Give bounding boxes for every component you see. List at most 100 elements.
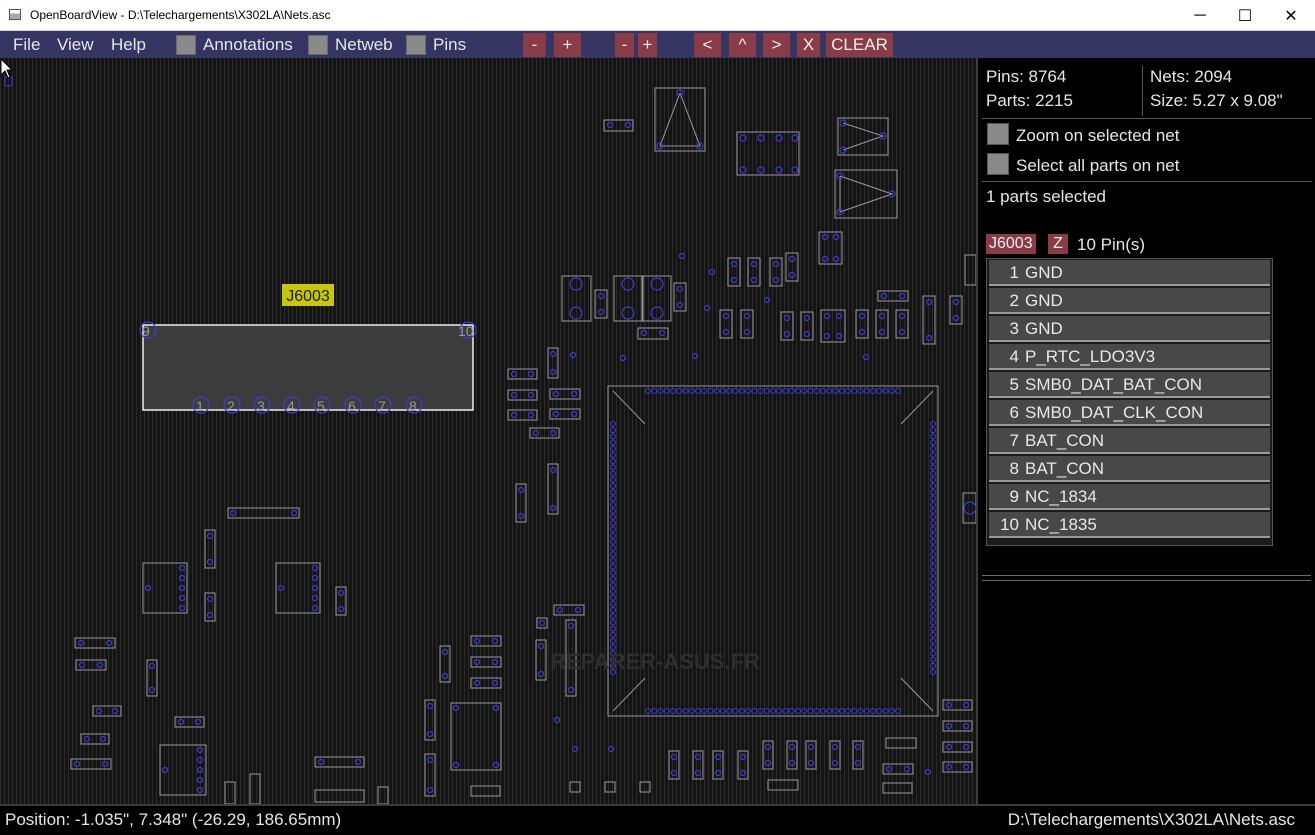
bga-pad: [888, 708, 895, 714]
pin-row[interactable]: 10 NC_1835: [989, 512, 1270, 538]
pin-row[interactable]: 1 GND: [989, 260, 1270, 286]
bga-pad: [610, 619, 616, 626]
maximize-button[interactable]: ☐: [1222, 0, 1268, 31]
pin-row[interactable]: 9 NC_1834: [989, 484, 1270, 510]
pin-number: 2: [1009, 291, 1019, 310]
clear-button[interactable]: CLEAR: [826, 33, 893, 57]
pan-left-button[interactable]: <: [694, 33, 721, 57]
bga-pad: [930, 563, 936, 570]
selected-part-j6003[interactable]: [142, 324, 474, 411]
bga-pad: [610, 582, 616, 589]
pin-row[interactable]: 6 SMB0_DAT_CLK_CON: [989, 400, 1270, 426]
zoom-on-net-checkbox[interactable]: [987, 123, 1009, 145]
bga-pad: [610, 427, 616, 434]
bga-pad: [610, 526, 616, 533]
bga-pad: [930, 445, 936, 452]
bga-pad: [738, 708, 745, 714]
parts-count: Parts: 2215: [986, 91, 1073, 110]
bga-pad: [738, 388, 745, 394]
bga-pad: [682, 388, 689, 394]
stats-divider: [1142, 66, 1143, 116]
bga-pad: [610, 551, 616, 558]
bga-pad: [930, 452, 936, 458]
bga-pad: [610, 495, 616, 502]
bga-pad: [776, 388, 783, 394]
bga-pad: [826, 388, 833, 394]
bga-pad: [610, 545, 616, 551]
board-canvas[interactable]: 9 10 1 2 3 4 5 6 7 8 J6003 REPARER-ASUS.…: [0, 58, 976, 804]
bga-pad: [610, 569, 616, 576]
netweb-checkbox[interactable]: [308, 35, 328, 55]
pin-row[interactable]: 3 GND: [989, 316, 1270, 342]
panel-separator-1: [982, 118, 1312, 119]
bga-pad: [930, 613, 936, 620]
annotations-checkbox[interactable]: [176, 35, 196, 55]
pin-row[interactable]: 5 SMB0_DAT_BAT_CON: [989, 372, 1270, 398]
bga-pad: [763, 708, 770, 714]
bga-pad: [782, 388, 789, 394]
select-all-parts-checkbox[interactable]: [987, 153, 1009, 175]
pin-row[interactable]: 2 GND: [989, 288, 1270, 314]
bga-pad: [851, 708, 858, 714]
bga-pad: [610, 594, 616, 601]
pin-net-name: SMB0_DAT_BAT_CON: [1025, 375, 1202, 394]
pin-label-4: 4: [287, 398, 295, 414]
zoom-out-small-button[interactable]: -: [615, 33, 634, 57]
bga-pad: [863, 388, 870, 394]
bga-pad: [838, 708, 845, 714]
bga-pad: [682, 708, 689, 714]
cursor-position: Position: -1.035", 7.348" (-26.29, 186.6…: [5, 810, 342, 829]
close-button[interactable]: ✕: [1268, 0, 1314, 31]
bga-pad: [610, 458, 616, 465]
bga-pad: [701, 708, 708, 714]
bga-pad: [930, 495, 936, 502]
status-bar: Position: -1.035", 7.348" (-26.29, 186.6…: [0, 804, 1315, 835]
netweb-label: Netweb: [335, 35, 393, 54]
menu-help[interactable]: Help: [111, 35, 146, 55]
bga-pad: [930, 421, 936, 427]
menu-view[interactable]: View: [57, 35, 94, 55]
panel-separator-3: [982, 575, 1311, 576]
bga-pad: [726, 708, 733, 714]
bga-pad: [776, 708, 783, 714]
bga-pad: [930, 464, 936, 471]
bga-pad: [757, 708, 764, 714]
watermark-text: REPARER-ASUS.FR: [550, 649, 760, 674]
pin-number: 7: [1009, 431, 1019, 450]
bga-pad: [670, 708, 676, 714]
bga-pad: [707, 708, 714, 714]
bga-pad: [876, 708, 883, 714]
pin-label-1: 1: [196, 398, 204, 414]
flip-x-button[interactable]: X: [797, 33, 820, 57]
pin-row[interactable]: 7 BAT_CON: [989, 428, 1270, 454]
minimize-button[interactable]: ─: [1177, 0, 1223, 31]
bga-pad: [610, 588, 616, 595]
bga-pad: [788, 388, 795, 394]
pan-right-button[interactable]: >: [763, 33, 790, 57]
bga-pad: [610, 625, 616, 632]
bga-pad: [930, 582, 936, 589]
bga-pad: [930, 427, 936, 434]
menu-file[interactable]: File: [13, 35, 40, 55]
bga-pad: [610, 501, 616, 508]
zoom-to-part-button[interactable]: Z: [1048, 234, 1068, 254]
zoom-out-button[interactable]: -: [523, 33, 546, 57]
zoom-in-small-button[interactable]: +: [638, 33, 657, 57]
pins-checkbox[interactable]: [406, 35, 426, 55]
bga-pad: [863, 708, 870, 714]
bga-pad: [732, 388, 739, 394]
pin-row[interactable]: 8 BAT_CON: [989, 456, 1270, 482]
selected-part-button[interactable]: J6003: [986, 234, 1036, 254]
pan-up-button[interactable]: ^: [729, 33, 756, 57]
bga-pad: [688, 388, 695, 394]
bga-pad: [930, 532, 936, 539]
bga-pad: [610, 489, 616, 496]
bga-pad: [670, 388, 676, 394]
bga-pad: [930, 631, 936, 638]
bga-pad: [676, 388, 683, 394]
bga-pad: [745, 388, 751, 394]
pin-row[interactable]: 4 P_RTC_LDO3V3: [989, 344, 1270, 370]
bga-pad: [930, 625, 936, 632]
bga-pad: [657, 388, 664, 394]
zoom-in-button[interactable]: +: [554, 33, 581, 57]
